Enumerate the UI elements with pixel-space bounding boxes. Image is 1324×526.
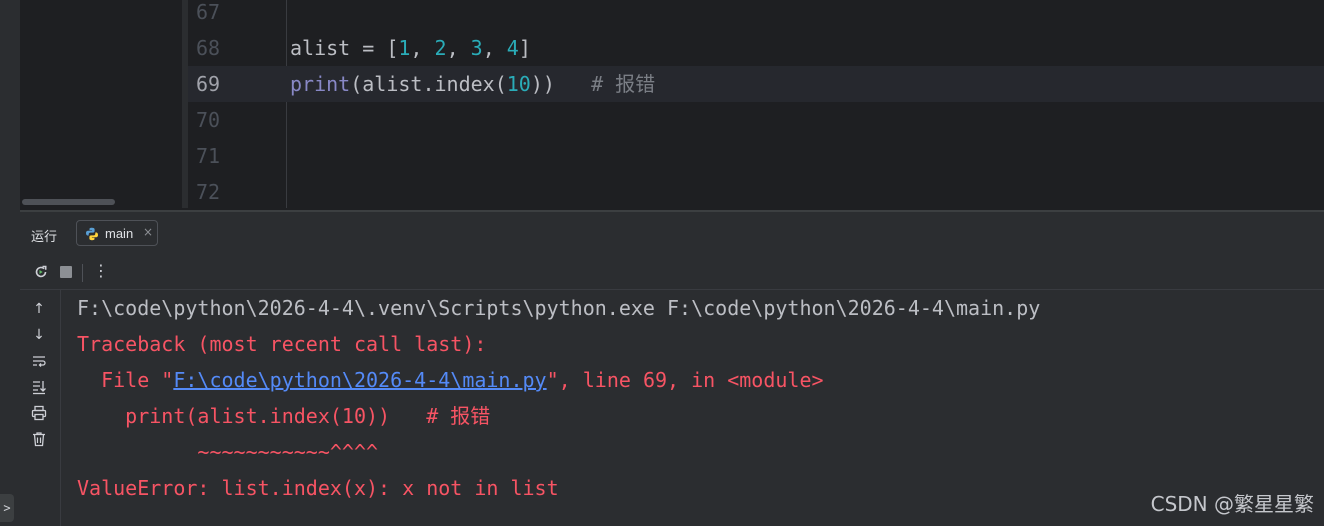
line-number[interactable]: 67 (196, 0, 220, 30)
console-output[interactable]: F:\code\python\2026-4-4\.venv\Scripts\py… (61, 290, 1324, 526)
traceback-file-line: File "F:\code\python\2026-4-4\main.py", … (77, 362, 824, 398)
console-command-line: F:\code\python\2026-4-4\.venv\Scripts\py… (77, 296, 1041, 320)
run-toolbar: ⋮ (20, 258, 1324, 288)
console-side-toolbar: ↑ ↓ (20, 290, 60, 526)
code-token: , (446, 36, 471, 60)
code-token: 2 (434, 36, 447, 60)
run-tool-window: 运行 main × ⋮ ↑ ↓ F:\code\python\2026-4-4\… (20, 210, 1324, 526)
left-tool-strip (0, 0, 20, 526)
traceback-code-line: print(alist.index(10)) # 报错 (77, 404, 491, 428)
run-panel-title: 运行 (31, 229, 58, 244)
scroll-up-icon[interactable]: ↑ (30, 300, 48, 318)
editor-line-72[interactable]: 72 (188, 174, 1324, 210)
editor-line-71[interactable]: 71 (188, 138, 1324, 174)
editor-line-68[interactable]: 68 alist = [1, 2, 3, 4] (188, 30, 1324, 66)
traceback-caret-line: ~~~~~~~~~~~^^^^ (77, 440, 379, 464)
watermark: CSDN @繁星星繁 (1150, 492, 1314, 516)
code-token: # 报错 (591, 72, 656, 96)
line-number[interactable]: 69 (196, 66, 220, 102)
code-token: , (482, 36, 507, 60)
line-number[interactable]: 68 (196, 30, 220, 66)
error-message: ValueError: list.index(x): x not in list (77, 476, 559, 500)
project-pane (20, 0, 182, 208)
tab-main[interactable]: main × (76, 220, 158, 246)
horizontal-scrollbar[interactable] (22, 199, 115, 205)
code-text: print(alist.index(10)) # 报错 (290, 66, 655, 102)
line-number[interactable]: 70 (196, 102, 220, 138)
line-number[interactable]: 72 (196, 174, 220, 210)
scroll-down-icon[interactable]: ↓ (30, 326, 48, 344)
panel-resize-handle[interactable] (20, 210, 1324, 212)
trash-icon[interactable] (30, 430, 48, 448)
file-suffix: ", line 69, in <module> (546, 368, 824, 392)
code-token: (alist.index( (350, 72, 507, 96)
line-number[interactable]: 71 (196, 138, 220, 174)
file-prefix: File " (77, 368, 174, 392)
code-token: alist = [ (290, 36, 399, 60)
python-icon (86, 227, 98, 241)
code-token: 3 (470, 36, 483, 60)
tab-main-label: main (105, 226, 134, 241)
code-token: 1 (398, 36, 411, 60)
file-path-link[interactable]: F:\code\python\2026-4-4\main.py (173, 368, 546, 392)
editor-line-67[interactable]: 67 (188, 0, 1324, 30)
print-icon[interactable] (30, 404, 48, 422)
code-text: alist = [1, 2, 3, 4] (290, 30, 531, 66)
expand-button[interactable]: > (0, 494, 14, 522)
code-token: print (290, 72, 351, 96)
code-token: , (410, 36, 435, 60)
more-options-icon[interactable]: ⋮ (93, 261, 109, 280)
soft-wrap-icon[interactable] (30, 352, 48, 370)
stop-icon[interactable] (60, 266, 72, 278)
close-icon[interactable]: × (143, 225, 153, 239)
editor-line-69[interactable]: 69 print(alist.index(10)) # 报错 (188, 66, 1324, 102)
rerun-icon[interactable] (33, 264, 49, 280)
code-token: ] (518, 36, 531, 60)
code-editor[interactable]: 67 68 alist = [1, 2, 3, 4] 69 print(alist.in… (188, 0, 1324, 208)
editor-line-70[interactable]: 70 (188, 102, 1324, 138)
code-token: 10 (506, 72, 531, 96)
scroll-to-end-icon[interactable] (30, 378, 48, 396)
code-token: )) (530, 72, 592, 96)
toolbar-separator (82, 264, 83, 282)
code-token: 4 (506, 36, 519, 60)
traceback-header: Traceback (most recent call last): (77, 332, 487, 356)
